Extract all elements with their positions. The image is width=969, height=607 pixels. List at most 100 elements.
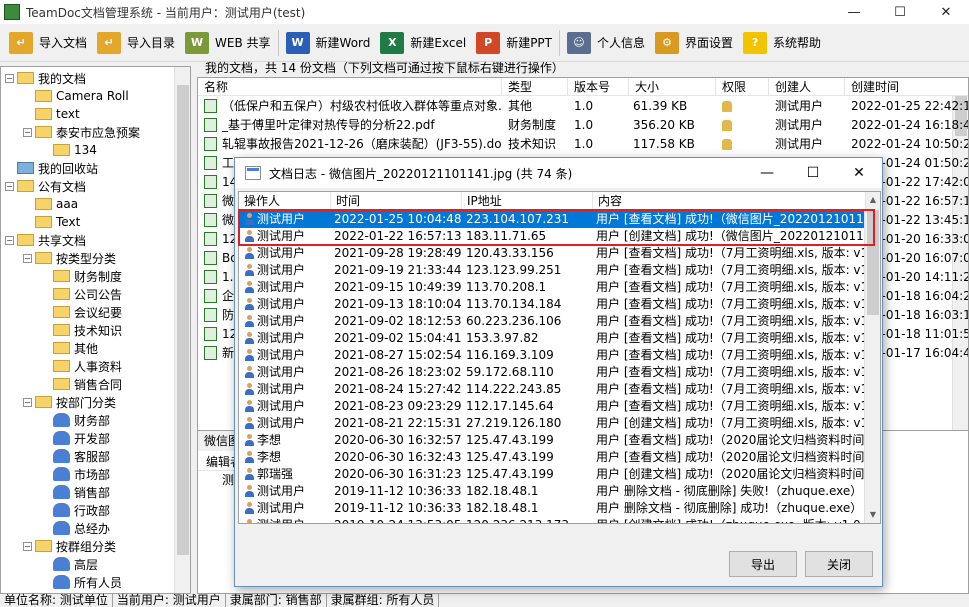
log-row[interactable]: 测试用户 2019-11-12 10:36:33 182.18.48.1 用户 删除文… <box>239 483 865 500</box>
table-row[interactable]: 轧辊事故报告2021-12-26（磨床装配）(JF3-55).do... 技术知识… <box>198 135 968 153</box>
expand-toggle-icon[interactable]: − <box>23 253 32 263</box>
help-button[interactable]: ? 系统帮助 <box>738 26 826 60</box>
log-row[interactable]: 测试用户 2021-09-15 10:49:39 113.70.208.1 用户 [查… <box>239 279 865 296</box>
log-cell: 测试用户 <box>257 484 306 498</box>
tree-item[interactable]: 销售部 <box>41 483 110 501</box>
tree-item[interactable]: 其他 <box>41 339 98 357</box>
user-icon <box>244 332 255 345</box>
export-button[interactable]: 导出 <box>729 551 797 577</box>
tree-item[interactable]: 134 <box>41 141 97 159</box>
log-column-header[interactable]: 内容 <box>593 192 866 210</box>
tree-item[interactable]: 财务部 <box>41 411 110 429</box>
log-row[interactable]: 测试用户 2021-08-24 15:27:42 114.222.243.85 用户 … <box>239 381 865 398</box>
log-row[interactable]: 测试用户 2019-11-12 10:36:33 182.18.48.1 用户 删除文… <box>239 500 865 517</box>
tree-scroll-thumb[interactable] <box>177 85 189 555</box>
tree-item[interactable]: − 公有文档 <box>5 177 86 195</box>
tree-scrollbar[interactable] <box>174 67 190 593</box>
column-header[interactable]: 创建人 <box>769 78 845 96</box>
file-icon <box>204 99 217 113</box>
import-folder-button[interactable]: ↵ 导入目录 <box>92 26 180 60</box>
tree-item[interactable]: 销售合同 <box>41 375 122 393</box>
tree-item[interactable]: 所有人员 <box>41 573 122 591</box>
log-cell: 测试用户 <box>257 365 306 379</box>
column-header[interactable]: 创建时间 <box>845 78 968 96</box>
import-doc-button[interactable]: ↵ 导入文档 <box>4 26 92 60</box>
log-row[interactable]: 测试用户 2021-09-02 18:12:53 60.223.236.106 用户 … <box>239 313 865 330</box>
folder-icon <box>53 324 70 336</box>
column-header[interactable]: 名称 <box>198 78 502 96</box>
tree-item[interactable]: 财务制度 <box>41 267 122 285</box>
expand-toggle-icon[interactable]: − <box>5 181 14 191</box>
column-header[interactable]: 大小 <box>629 78 716 96</box>
scroll-up-arrow-icon[interactable]: ▲ <box>865 192 880 208</box>
table-row[interactable]: （低保户和五保户）村级农村低收入群体等重点对象... 其他 1.0 61.39 KB 测… <box>198 97 968 115</box>
tree-item[interactable]: 我的回收站 <box>5 159 98 177</box>
settings-button[interactable]: ⚙ 界面设置 <box>650 26 738 60</box>
log-column-header[interactable]: IP地址 <box>462 192 593 210</box>
expand-toggle-icon[interactable]: − <box>23 127 32 137</box>
log-row[interactable]: 李想 2020-06-30 16:32:43 125.47.43.199 用户 [查看… <box>239 449 865 466</box>
tree-item[interactable]: text <box>23 105 80 123</box>
log-column-header[interactable]: 时间 <box>331 192 462 210</box>
profile-button[interactable]: ☺ 个人信息 <box>562 26 650 60</box>
new-word-button[interactable]: W 新建Word <box>281 26 376 60</box>
tree-item[interactable]: 总经办 <box>41 519 110 537</box>
log-column-header[interactable]: 操作人 <box>239 192 331 210</box>
web-share-button[interactable]: W WEB 共享 <box>180 26 276 60</box>
log-row[interactable]: 测试用户 2019-10-24 13:53:05 120.236.213.173 用户… <box>239 517 865 523</box>
minimize-button[interactable]: — <box>831 0 877 24</box>
tree-item[interactable]: 会议纪要 <box>41 303 122 321</box>
log-row[interactable]: 测试用户 2021-08-27 15:02:54 116.169.3.109 用户 [… <box>239 347 865 364</box>
log-row[interactable]: 测试用户 2021-09-13 18:10:04 113.70.134.184 用户 … <box>239 296 865 313</box>
table-row[interactable]: _基于傅里叶定律对热传导的分析22.pdf 财务制度 1.0 356.20 KB 测试用… <box>198 116 968 134</box>
folder-icon <box>53 342 70 354</box>
tree-item[interactable]: 人事资料 <box>41 357 122 375</box>
table-cell: 财务制度 <box>508 118 557 132</box>
new-ppt-button[interactable]: P 新建PPT <box>471 26 557 60</box>
close-button[interactable]: ✕ <box>923 0 969 24</box>
log-row[interactable]: 测试用户 2021-09-28 19:28:49 120.43.33.156 用户 [… <box>239 245 865 262</box>
expand-toggle-icon[interactable]: − <box>5 73 14 83</box>
tree-item[interactable]: − 泰安市应急预案 <box>23 123 140 141</box>
tree-item[interactable]: Text <box>23 213 80 231</box>
tree-item[interactable]: 公司公告 <box>41 285 122 303</box>
editor-row[interactable]: 测 <box>206 471 234 489</box>
log-row[interactable]: 测试用户 2021-09-19 21:33:44 123.123.99.251 用户 … <box>239 262 865 279</box>
tree-item[interactable]: aaa <box>23 195 78 213</box>
column-header[interactable]: 权限 <box>716 78 769 96</box>
log-row[interactable]: 测试用户 2021-08-21 22:15:31 27.219.126.180 用户 … <box>239 415 865 432</box>
tree-item[interactable]: 开发部 <box>41 429 110 447</box>
tree-item[interactable]: − 我的文档 <box>5 69 86 87</box>
log-row[interactable]: 测试用户 2021-08-23 09:23:29 112.17.145.64 用户 [… <box>239 398 865 415</box>
file-icon <box>204 213 217 227</box>
log-cell: 2019-11-12 10:36:33 <box>334 501 462 515</box>
new-excel-button[interactable]: X 新建Excel <box>375 26 471 60</box>
tree-item[interactable]: 行政部 <box>41 501 110 519</box>
tree-item[interactable]: − 按部门分类 <box>23 393 116 411</box>
expand-toggle-icon[interactable]: − <box>23 397 32 407</box>
expand-toggle-icon[interactable]: − <box>23 541 32 551</box>
column-header[interactable]: 版本号 <box>568 78 629 96</box>
tree-item[interactable]: 高层 <box>41 555 98 573</box>
tree-item[interactable]: 市场部 <box>41 465 110 483</box>
dialog-close-icon-button[interactable]: ✕ <box>836 158 882 188</box>
folder-tree[interactable]: − 我的文档 Camera Roll text − 泰安市应急预案 134 我的回收站 − 公有文… <box>0 66 191 594</box>
tree-item[interactable]: 技术知识 <box>41 321 122 339</box>
tree-item[interactable]: Camera Roll <box>23 87 129 105</box>
expand-toggle-icon[interactable]: − <box>5 235 14 245</box>
tree-item[interactable]: − 按群组分类 <box>23 537 116 555</box>
scroll-down-arrow-icon[interactable]: ▼ <box>865 507 880 523</box>
log-cell: 2020-06-30 16:32:43 <box>334 450 462 464</box>
log-row[interactable]: 郭瑞强 2020-06-30 16:31:23 125.47.43.199 用户 [创… <box>239 466 865 483</box>
tree-item[interactable]: 客服部 <box>41 447 110 465</box>
log-row[interactable]: 测试用户 2021-08-26 18:23:02 59.172.68.110 用户 [… <box>239 364 865 381</box>
dialog-minimize-button[interactable]: — <box>744 158 790 188</box>
tree-item[interactable]: − 按类型分类 <box>23 249 116 267</box>
dialog-maximize-button[interactable]: ☐ <box>790 158 836 188</box>
log-row[interactable]: 测试用户 2021-09-02 15:04:41 153.3.97.82 用户 [查看… <box>239 330 865 347</box>
log-row[interactable]: 李想 2020-06-30 16:32:57 125.47.43.199 用户 [查看… <box>239 432 865 449</box>
close-button-dialog[interactable]: 关闭 <box>805 551 873 577</box>
column-header[interactable]: 类型 <box>502 78 568 96</box>
maximize-button[interactable]: ☐ <box>877 0 923 24</box>
tree-item[interactable]: − 共享文档 <box>5 231 86 249</box>
